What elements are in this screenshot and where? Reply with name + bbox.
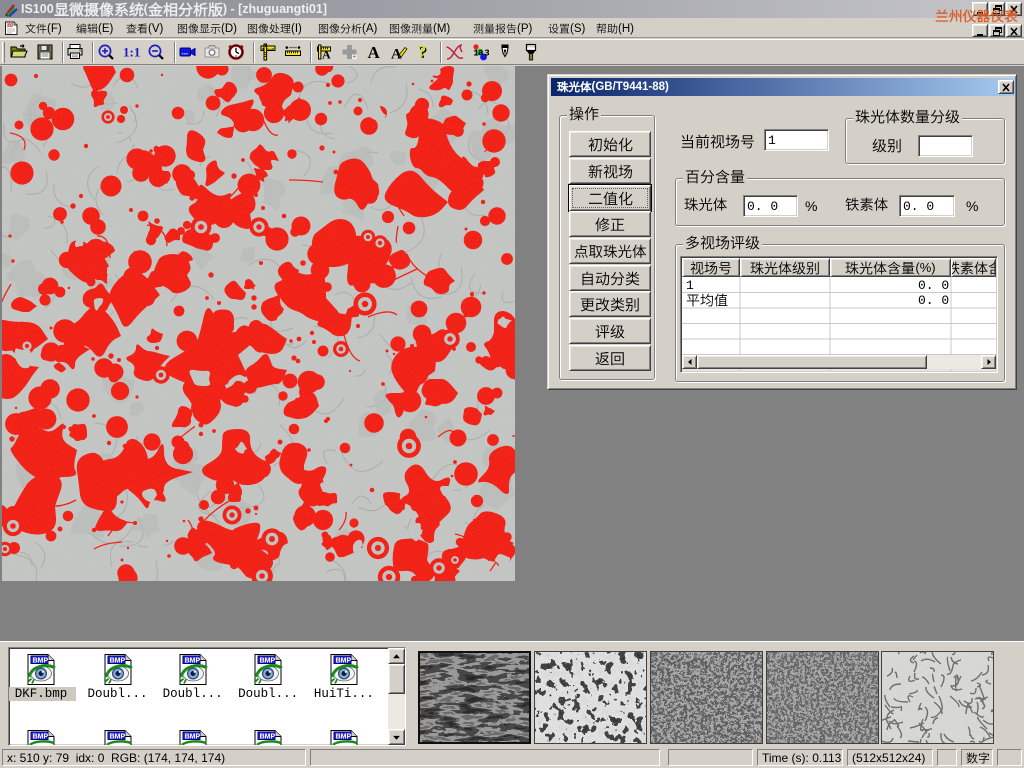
svg-text:BMP: BMP [335,733,351,740]
svg-text:BMP: BMP [33,733,49,740]
svg-text:BMP: BMP [33,657,49,664]
svg-text:BMP: BMP [109,733,125,740]
svg-text:?: ? [418,43,427,61]
svg-text:BMP: BMP [109,657,125,664]
svg-text:BMP: BMP [335,657,351,664]
svg-text:A: A [322,48,331,62]
svg-text:BMP: BMP [260,657,276,664]
svg-text:3: 3 [484,49,489,59]
svg-text:A: A [368,43,381,61]
svg-text:BMP: BMP [184,657,200,664]
svg-text:BMP: BMP [260,733,276,740]
svg-text:1:1: 1:1 [123,45,140,60]
svg-text:a: a [478,48,484,58]
svg-text:BMP: BMP [184,733,200,740]
svg-text:DOC: DOC [7,23,15,27]
